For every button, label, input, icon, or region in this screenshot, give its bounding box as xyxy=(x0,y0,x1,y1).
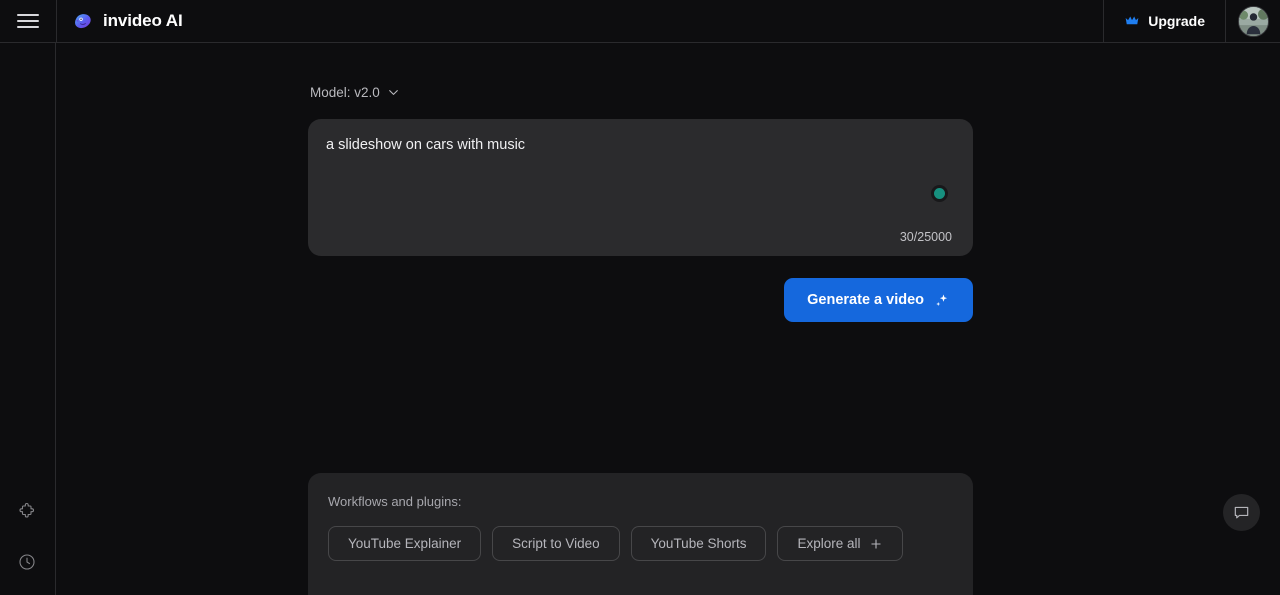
prompt-column: Model: v2.0 a slideshow on cars with mus… xyxy=(308,43,973,322)
sidebar-item-history[interactable] xyxy=(14,549,40,575)
brand-name: invideo AI xyxy=(103,11,183,31)
brand-home-link[interactable]: invideo AI xyxy=(57,11,183,32)
workflows-and-plugins-panel: Workflows and plugins: YouTube Explainer… xyxy=(308,473,973,595)
upgrade-label: Upgrade xyxy=(1148,13,1205,29)
hamburger-line xyxy=(17,26,39,28)
user-avatar-image xyxy=(1239,7,1268,36)
workflow-chip-row: YouTube Explainer Script to Video YouTub… xyxy=(328,526,953,561)
recording-status-dot[interactable] xyxy=(931,185,948,202)
workflow-chip-label: Explore all xyxy=(797,536,860,551)
prompt-input-text[interactable]: a slideshow on cars with music xyxy=(326,135,955,155)
workflow-chip-script-to-video[interactable]: Script to Video xyxy=(492,526,620,561)
workflow-chip-youtube-explainer[interactable]: YouTube Explainer xyxy=(328,526,481,561)
hamburger-line xyxy=(17,14,39,16)
avatar-button[interactable] xyxy=(1226,0,1280,43)
prompt-input-box[interactable]: a slideshow on cars with music 30/25000 xyxy=(308,119,973,256)
generate-video-button[interactable]: Generate a video xyxy=(784,278,973,322)
sidebar-item-plugins[interactable] xyxy=(14,499,40,525)
chevron-down-icon xyxy=(387,86,400,99)
model-selector[interactable]: Model: v2.0 xyxy=(310,78,400,106)
main-content-area: Model: v2.0 a slideshow on cars with mus… xyxy=(57,43,1280,595)
workflow-chip-label: Script to Video xyxy=(512,536,600,551)
chat-bubble-icon xyxy=(1232,503,1251,522)
hamburger-menu-icon[interactable] xyxy=(0,0,56,42)
avatar xyxy=(1238,6,1269,37)
chat-support-button[interactable] xyxy=(1223,494,1260,531)
hamburger-line xyxy=(17,20,39,22)
top-bar: invideo AI Upgrade xyxy=(0,0,1280,43)
workflow-chip-explore-all[interactable]: Explore all xyxy=(777,526,902,561)
status-dot-fill xyxy=(934,188,945,199)
topbar-right-group: Upgrade xyxy=(1103,0,1280,43)
workflow-chip-youtube-shorts[interactable]: YouTube Shorts xyxy=(631,526,767,561)
model-selector-label: Model: v2.0 xyxy=(310,85,380,100)
sparkle-icon xyxy=(933,292,950,309)
workflows-panel-title: Workflows and plugins: xyxy=(328,494,953,509)
puzzle-piece-icon xyxy=(17,502,37,522)
invideo-app-window: invideo AI Upgrade xyxy=(0,0,1280,595)
left-sidebar-rail xyxy=(0,43,56,595)
character-counter: 30/25000 xyxy=(900,230,952,244)
clock-icon xyxy=(17,552,37,572)
upgrade-button[interactable]: Upgrade xyxy=(1104,0,1225,43)
generate-video-label: Generate a video xyxy=(807,292,924,308)
workflow-chip-label: YouTube Shorts xyxy=(651,536,747,551)
crown-icon xyxy=(1124,13,1140,29)
invideo-logo-icon xyxy=(73,11,94,32)
plus-icon xyxy=(869,537,883,551)
generate-button-row: Generate a video xyxy=(308,278,973,322)
workflow-chip-label: YouTube Explainer xyxy=(348,536,461,551)
